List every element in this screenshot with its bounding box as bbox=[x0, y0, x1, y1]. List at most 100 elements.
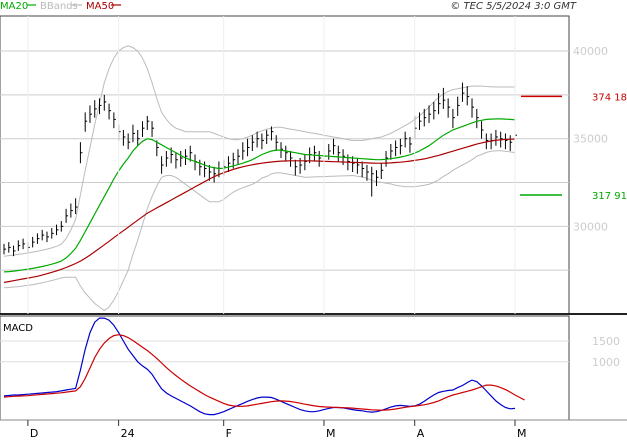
ohlc-bar bbox=[227, 156, 231, 173]
ohlc-bar bbox=[285, 145, 288, 162]
copyright-text: © TEC 5/5/2024 3:0 GMT bbox=[450, 1, 577, 12]
ohlc-bar bbox=[251, 135, 255, 151]
ohlc-bar bbox=[141, 121, 145, 137]
ohlc-bar bbox=[404, 131, 408, 148]
ohlc-bar bbox=[452, 108, 455, 129]
ohlc-bar bbox=[17, 240, 21, 251]
ohlc-bar bbox=[313, 145, 317, 162]
ohlc-bar bbox=[481, 121, 484, 139]
price-levels: 374 18 317 91 bbox=[520, 92, 627, 202]
macd-tick-label: 1000 bbox=[592, 356, 620, 369]
macd-lines bbox=[3, 317, 525, 416]
ohlc-bar bbox=[333, 138, 336, 155]
ohlc-bar bbox=[8, 242, 11, 253]
x-axis-labels: D 24 F M M A bbox=[27, 16, 527, 440]
ohlc-bar bbox=[361, 161, 365, 178]
x-tick-label: M bbox=[517, 427, 527, 440]
ohlc-bar bbox=[399, 138, 403, 155]
macd-gridlines bbox=[0, 340, 569, 363]
ohlc-bar bbox=[466, 86, 470, 106]
ohlc-bar bbox=[180, 150, 183, 167]
ohlc-bar bbox=[161, 156, 164, 174]
ohlc-bar bbox=[504, 133, 508, 150]
ohlc-bar bbox=[60, 221, 64, 232]
bbands-lower-line bbox=[3, 150, 516, 312]
ohlc-bar bbox=[199, 159, 202, 176]
legend-ma50-label: MA50 bbox=[86, 1, 114, 12]
ohlc-bar bbox=[376, 170, 379, 187]
x-tick-label: F bbox=[226, 427, 232, 440]
x-tick-label: 24 bbox=[121, 427, 135, 440]
ohlc-bar bbox=[290, 150, 293, 167]
ohlc-bar bbox=[132, 124, 135, 143]
ohlc-bar bbox=[79, 142, 83, 164]
ohlc-bar bbox=[447, 98, 451, 118]
ohlc-bar bbox=[423, 108, 427, 127]
ohlc-bar bbox=[51, 228, 54, 239]
ohlc-bar bbox=[122, 129, 126, 146]
ohlc-bars bbox=[3, 82, 517, 257]
ohlc-bar bbox=[304, 154, 307, 171]
ohlc-bar bbox=[261, 133, 264, 150]
ohlc-bar bbox=[476, 108, 479, 129]
ohlc-bar bbox=[184, 149, 188, 165]
ohlc-bar bbox=[328, 143, 331, 160]
legend-ma20-label: MA20 bbox=[0, 1, 28, 12]
ohlc-bar bbox=[266, 129, 269, 144]
ohlc-bar bbox=[461, 82, 465, 102]
ohlc-bar bbox=[294, 159, 298, 176]
price-tick-label: 30000 bbox=[573, 220, 608, 233]
ohlc-bar bbox=[189, 145, 193, 162]
ohlc-bar bbox=[442, 87, 446, 109]
ohlc-bar bbox=[213, 166, 217, 183]
ohlc-bar bbox=[84, 112, 88, 132]
x-tick-label: M bbox=[326, 427, 336, 440]
ohlc-bar bbox=[41, 229, 45, 241]
ohlc-bar bbox=[242, 142, 245, 160]
ohlc-bar bbox=[318, 150, 322, 167]
ohlc-bar bbox=[65, 208, 69, 223]
bollinger-bands bbox=[3, 45, 516, 312]
stock-chart: MA20 BBands MA50 © TEC 5/5/2024 3:0 GMT … bbox=[0, 1, 627, 440]
ohlc-bar bbox=[495, 129, 498, 146]
ohlc-bar bbox=[380, 163, 384, 180]
x-tick-label: A bbox=[417, 427, 425, 440]
macd-signal-line bbox=[3, 334, 525, 411]
ohlc-bar bbox=[175, 152, 178, 169]
ohlc-bar bbox=[247, 138, 250, 157]
ohlc-bar bbox=[36, 233, 40, 244]
macd-line bbox=[3, 317, 516, 416]
ohlc-bar bbox=[108, 103, 112, 120]
x-tick-label: D bbox=[30, 427, 38, 440]
ohlc-bar bbox=[275, 135, 279, 151]
ohlc-bar bbox=[509, 135, 513, 151]
price-panel-frame bbox=[0, 15, 570, 315]
legend-bbands-label: BBands bbox=[40, 1, 78, 12]
macd-title: MACD bbox=[3, 323, 33, 334]
ohlc-bar bbox=[204, 161, 207, 178]
chart-stage: MA20 BBands MA50 © TEC 5/5/2024 3:0 GMT … bbox=[0, 0, 627, 440]
ohlc-bar bbox=[151, 121, 155, 137]
ohlc-bar bbox=[3, 243, 6, 255]
ohlc-bar bbox=[89, 105, 92, 123]
ohlc-bar bbox=[127, 133, 131, 150]
ohlc-bar bbox=[395, 140, 398, 157]
macd-axis-labels: 1500 1000 bbox=[592, 335, 620, 369]
ohlc-bar bbox=[46, 231, 49, 243]
ohlc-bar bbox=[103, 94, 107, 111]
ohlc-bar bbox=[356, 157, 360, 174]
ohlc-bar bbox=[70, 203, 73, 218]
ohlc-bar bbox=[390, 143, 393, 160]
support-level-label: 317 91 bbox=[592, 191, 627, 202]
ohlc-bar bbox=[256, 131, 260, 148]
ohlc-bar bbox=[337, 145, 341, 162]
ohlc-bar bbox=[32, 236, 35, 248]
price-tick-label: 35000 bbox=[573, 133, 608, 146]
price-tick-label: 40000 bbox=[573, 45, 608, 58]
ohlc-bar bbox=[457, 96, 460, 116]
ohlc-bar bbox=[409, 136, 412, 153]
macd-panel-frame bbox=[0, 315, 570, 421]
ohlc-bar bbox=[433, 101, 436, 120]
ohlc-bar bbox=[165, 150, 169, 167]
ohlc-bar bbox=[237, 149, 241, 165]
